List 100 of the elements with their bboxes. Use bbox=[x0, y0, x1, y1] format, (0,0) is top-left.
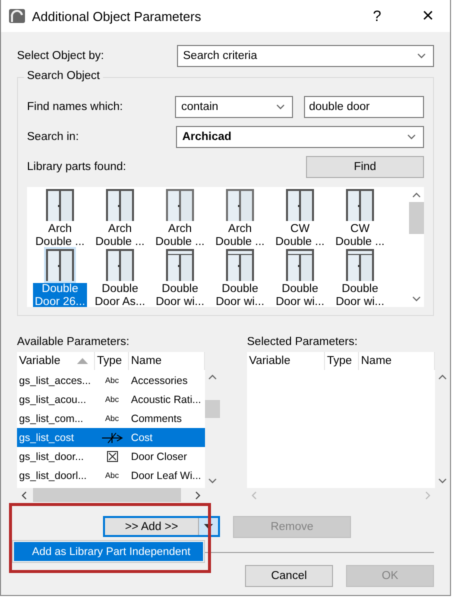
item-label: Arch Double ... bbox=[94, 223, 146, 249]
chevron-down-icon bbox=[438, 478, 447, 484]
chevron-right-icon bbox=[195, 490, 201, 500]
cancel-button[interactable]: Cancel bbox=[245, 565, 333, 587]
column-header[interactable]: Variable bbox=[247, 352, 325, 370]
sort-arrow-icon bbox=[77, 358, 88, 364]
library-part-item[interactable]: CW Double ... bbox=[270, 187, 330, 247]
chevron-down-icon bbox=[407, 134, 416, 140]
select-dropdown[interactable]: Search criteria bbox=[177, 45, 434, 67]
type-label: Abc bbox=[105, 414, 119, 423]
table-cell-text: gs_list_door... bbox=[18, 450, 85, 462]
search-field[interactable]: double door bbox=[304, 96, 424, 118]
column-header[interactable]: Variable bbox=[17, 352, 95, 370]
library-part-item[interactable]: Arch Double ... bbox=[90, 187, 150, 247]
chevron-down-icon bbox=[276, 104, 285, 110]
library-part-item[interactable]: Double Door wi... bbox=[330, 247, 390, 307]
item-label: Double Door wi... bbox=[334, 283, 386, 307]
library-dropdown[interactable]: Archicad bbox=[176, 126, 424, 148]
chevron-up-icon bbox=[412, 192, 421, 198]
menu-item[interactable]: Add as Library Part Independent bbox=[14, 542, 203, 561]
library-part-item[interactable]: Double Door wi... bbox=[210, 247, 270, 307]
door-icon bbox=[285, 248, 315, 282]
library-part-item[interactable]: Double Door wi... bbox=[270, 247, 330, 307]
item-label: CW Double ... bbox=[274, 223, 326, 249]
group-title: Search Object bbox=[24, 70, 103, 82]
parameter-row[interactable]: gs_list_cost Cost bbox=[17, 428, 205, 447]
item-label: CW Double ... bbox=[334, 223, 386, 249]
field-label: Library parts found: bbox=[27, 161, 128, 173]
column-header[interactable]: Name bbox=[129, 352, 205, 370]
table-cell-text: gs_list_com... bbox=[18, 412, 84, 424]
table-cell-text: Accessories bbox=[130, 374, 189, 386]
parameter-row[interactable]: gs_list_doorl... Abc Door Leaf Wi... bbox=[17, 466, 205, 485]
chevron-up-icon bbox=[438, 374, 447, 380]
app-icon bbox=[9, 9, 25, 23]
door-icon bbox=[45, 248, 75, 282]
door-icon bbox=[105, 248, 135, 282]
window-title: Additional Object Parameters bbox=[32, 8, 202, 24]
table-cell-text: Door Leaf Wi... bbox=[130, 470, 202, 482]
table-cell-text: Cost bbox=[130, 432, 154, 444]
chevron-right-icon bbox=[425, 490, 431, 500]
item-label: Arch Double ... bbox=[214, 223, 266, 249]
library-part-item[interactable]: Arch Double ... bbox=[210, 187, 270, 247]
scrollbar-thumb[interactable] bbox=[205, 400, 220, 418]
door-icon bbox=[105, 188, 135, 222]
close-button[interactable]: × bbox=[406, 0, 450, 32]
parameter-row[interactable]: gs_list_acou... Abc Acoustic Rati... bbox=[17, 390, 205, 409]
table-cell-text: Door Closer bbox=[130, 450, 188, 462]
scrollbar-thumb[interactable] bbox=[33, 488, 181, 502]
library-part-item[interactable]: Arch Double ... bbox=[150, 187, 210, 247]
field-label: Find names which: bbox=[27, 101, 124, 113]
item-label: Arch Double ... bbox=[154, 223, 206, 249]
field-label: Search in: bbox=[27, 131, 80, 143]
chevron-down-icon bbox=[417, 53, 426, 59]
find-button[interactable]: Find bbox=[306, 156, 424, 178]
table-cell-text: Comments bbox=[130, 412, 183, 424]
chevron-down-icon bbox=[412, 296, 421, 302]
door-icon bbox=[225, 188, 255, 222]
library-part-item[interactable]: Double Door As... bbox=[90, 247, 150, 307]
condition-dropdown[interactable]: contain bbox=[175, 96, 293, 118]
door-icon bbox=[345, 248, 375, 282]
chevron-left-icon bbox=[21, 490, 27, 500]
table-cell-text: gs_list_acces... bbox=[18, 374, 92, 386]
column-header[interactable]: Type bbox=[325, 352, 359, 370]
door-icon bbox=[45, 188, 75, 222]
table-cell-text: gs_list_doorl... bbox=[18, 470, 88, 482]
dropdown-arrow-icon bbox=[204, 524, 213, 529]
item-label: Double Door As... bbox=[94, 283, 146, 307]
parameter-row[interactable]: gs_list_com... Abc Comments bbox=[17, 409, 205, 428]
column-header[interactable]: Type bbox=[95, 352, 129, 370]
table-cell-text: Acoustic Rati... bbox=[130, 394, 202, 406]
add-split-button[interactable]: >> Add >> bbox=[103, 516, 220, 537]
parameter-row[interactable]: gs_list_acces... Abc Accessories bbox=[17, 371, 205, 390]
door-icon bbox=[165, 188, 195, 222]
item-label: Double Door wi... bbox=[154, 283, 206, 307]
door-icon bbox=[285, 188, 315, 222]
type-label: Abc bbox=[105, 471, 119, 480]
library-part-item[interactable]: Double Door wi... bbox=[150, 247, 210, 307]
table-cell-text: gs_list_cost bbox=[18, 432, 75, 444]
column-header[interactable]: Name bbox=[359, 352, 435, 370]
type-label: Abc bbox=[105, 376, 119, 385]
door-icon bbox=[225, 248, 255, 282]
parameter-row[interactable]: gs_list_door... Door Closer bbox=[17, 447, 205, 466]
library-part-item[interactable]: Arch Double ... bbox=[30, 187, 90, 247]
item-label: Double Door wi... bbox=[214, 283, 266, 307]
item-label: Arch Double ... bbox=[34, 223, 86, 249]
door-icon bbox=[165, 248, 195, 282]
item-label: Double Door 26... bbox=[32, 283, 88, 307]
help-button[interactable]: ? bbox=[355, 0, 399, 32]
scrollbar-thumb[interactable] bbox=[409, 202, 424, 234]
section-label: Selected Parameters: bbox=[247, 336, 359, 348]
section-label: Available Parameters: bbox=[17, 336, 130, 348]
chevron-down-icon bbox=[208, 478, 217, 484]
chevron-up-icon bbox=[208, 374, 217, 380]
length-type-icon bbox=[101, 432, 123, 444]
type-label: Abc bbox=[105, 395, 119, 404]
library-part-item[interactable]: CW Double ... bbox=[330, 187, 390, 247]
chevron-left-icon bbox=[251, 490, 257, 500]
library-part-item[interactable]: Double Door 26... bbox=[30, 247, 90, 307]
door-icon bbox=[345, 188, 375, 222]
table-cell-text: gs_list_acou... bbox=[18, 394, 88, 406]
